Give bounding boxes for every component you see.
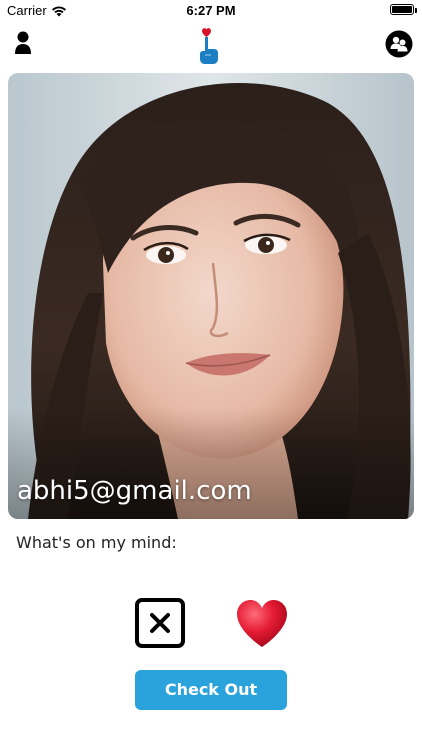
heart-hand-logo — [200, 28, 218, 64]
profile-button[interactable] — [10, 28, 36, 58]
like-button[interactable] — [235, 599, 289, 649]
mind-label: What's on my mind: — [16, 533, 177, 552]
status-bar: Carrier 6:27 PM — [0, 0, 422, 22]
heart-icon — [237, 600, 287, 647]
matches-icon — [385, 30, 413, 58]
battery-icon — [390, 4, 414, 15]
app-screen: Carrier 6:27 PM abhi5@gmail.com What's o… — [0, 0, 422, 750]
battery-tip — [415, 8, 417, 13]
nav-bar — [0, 22, 422, 70]
status-time: 6:27 PM — [186, 3, 236, 18]
profile-photo — [8, 73, 414, 519]
battery-fill — [392, 6, 412, 13]
matches-button[interactable] — [385, 30, 413, 58]
reject-button[interactable] — [135, 598, 185, 648]
app-logo — [189, 22, 229, 66]
checkout-button[interactable]: Check Out — [135, 670, 287, 710]
profile-card[interactable]: abhi5@gmail.com — [8, 73, 414, 519]
close-icon — [150, 613, 170, 633]
profile-icon — [15, 31, 31, 54]
card-email: abhi5@gmail.com — [17, 476, 252, 506]
